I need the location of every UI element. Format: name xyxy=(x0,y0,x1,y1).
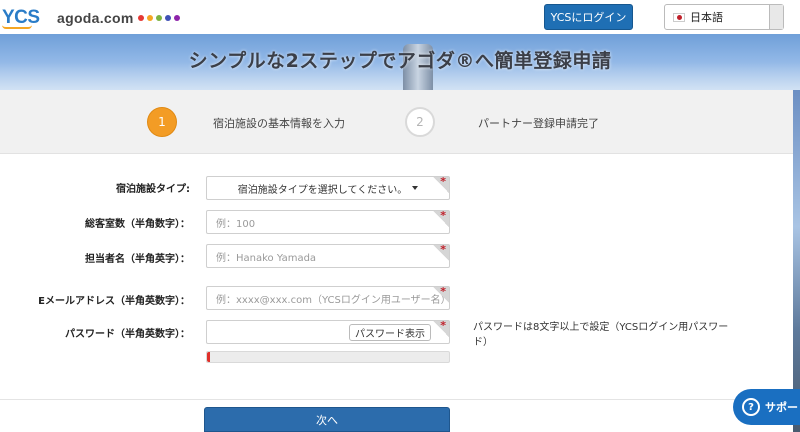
step-1-circle: 1 xyxy=(147,107,177,137)
background-scenery xyxy=(792,90,800,432)
question-icon: ? xyxy=(742,398,760,416)
contact-name-label: 担当者名（半角英字）： xyxy=(85,254,190,265)
language-select[interactable]: 日本語 xyxy=(664,4,784,30)
step-indicator: 1 宿泊施設の基本情報を入力 2 パートナー登録申請完了 xyxy=(0,90,793,154)
brand-dot xyxy=(138,15,144,21)
agoda-brand: agoda.com xyxy=(57,10,134,26)
email-placeholder: 例：xxxx@xxx.com（YCSログイン用ユーザー名） xyxy=(216,294,451,306)
required-star-icon: * xyxy=(440,319,446,332)
brand-dot xyxy=(165,15,171,21)
brand-dot xyxy=(174,15,180,21)
dropdown-arrow-icon xyxy=(769,5,783,29)
ycs-login-button[interactable]: YCSにログイン xyxy=(544,4,633,30)
contact-name-placeholder: 例：Hanako Yamada xyxy=(216,252,317,264)
language-value: 日本語 xyxy=(690,11,723,24)
japan-flag-icon xyxy=(673,12,685,22)
hero-banner: シンプルな2ステップでアゴダ®へ簡単登録申請 xyxy=(0,34,800,90)
email-input[interactable]: 例：xxxx@xxx.com（YCSログイン用ユーザー名） * xyxy=(206,285,451,310)
property-type-value: 宿泊施設タイプを選択してください。 xyxy=(237,184,408,196)
brand-dots xyxy=(138,15,180,21)
form-divider xyxy=(0,399,793,400)
logo-swoosh xyxy=(2,25,32,29)
contact-name-input[interactable]: 例：Hanako Yamada * xyxy=(206,243,450,268)
password-strength-meter xyxy=(206,351,450,363)
required-star-icon: * xyxy=(440,209,446,222)
required-star-icon: * xyxy=(440,243,446,256)
password-input[interactable]: パスワード表示 * xyxy=(206,319,450,344)
password-label: パスワード（半角英数字）： xyxy=(65,329,190,340)
support-label: サポー xyxy=(765,401,798,414)
email-label: Eメールアドレス（半角英数字）： xyxy=(38,296,190,307)
property-type-label: 宿泊施設タイプ: xyxy=(116,184,190,195)
required-star-icon: * xyxy=(440,175,446,188)
password-strength-fill xyxy=(207,352,210,362)
hero-title: シンプルな2ステップでアゴダ®へ簡単登録申請 xyxy=(188,50,612,72)
top-header: YCS agoda.com YCSにログイン 日本語 xyxy=(0,0,800,34)
room-count-input[interactable]: 例：100 * xyxy=(206,209,450,234)
brand-dot xyxy=(147,15,153,21)
brand-dot xyxy=(156,15,162,21)
room-count-placeholder: 例：100 xyxy=(216,218,256,230)
room-count-label: 総客室数（半角数字）： xyxy=(85,219,190,230)
caret-down-icon xyxy=(412,186,419,190)
show-password-button[interactable]: パスワード表示 xyxy=(349,324,431,341)
step-2-circle: 2 xyxy=(405,107,435,137)
required-star-icon: * xyxy=(440,285,446,298)
password-hint: パスワードは8文字以上で設定（YCSログイン用パスワード） xyxy=(473,322,729,348)
support-button[interactable]: ? サポー xyxy=(733,389,800,425)
step-1-label: 宿泊施設の基本情報を入力 xyxy=(213,117,345,130)
next-button[interactable]: 次へ xyxy=(204,407,450,432)
step-2-label: パートナー登録申請完了 xyxy=(478,117,599,130)
property-type-select[interactable]: 宿泊施設タイプを選択してください。 * xyxy=(206,175,450,200)
